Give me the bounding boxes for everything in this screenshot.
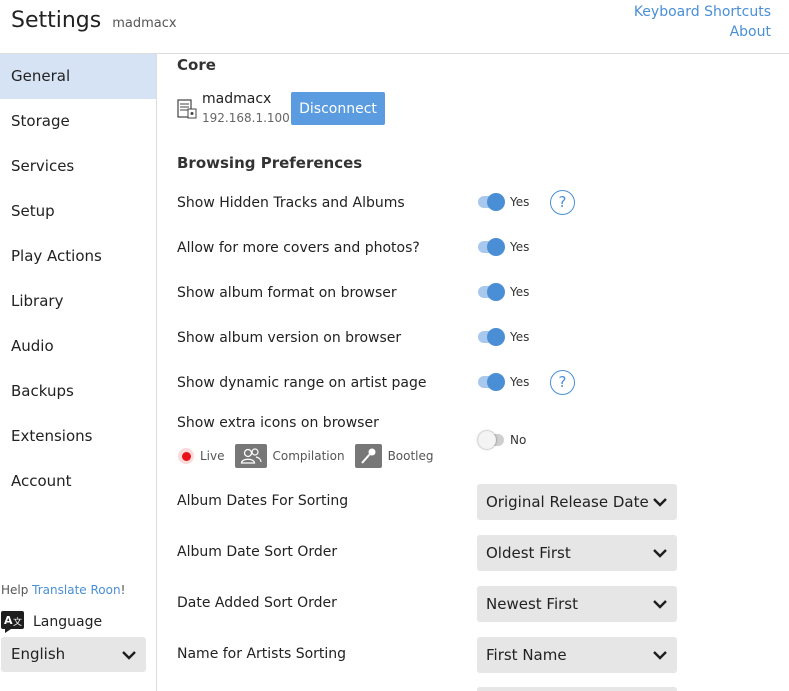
help-translate-line: Help Translate Roon! — [1, 583, 125, 597]
toggle-knob — [487, 193, 505, 211]
general-settings-panel: Core madmacx 192.168.1.100 Disconnect Br… — [157, 54, 789, 691]
help-prefix: Help — [1, 583, 33, 597]
setting-label: Show album version on browser — [177, 330, 402, 346]
chevron-down-icon — [653, 498, 667, 507]
disconnect-button[interactable]: Disconnect — [291, 92, 385, 125]
browsing-preferences-heading: Browsing Preferences — [177, 154, 363, 172]
toggle-state: Yes — [510, 240, 530, 254]
core-heading: Core — [177, 56, 216, 74]
artist-name-sorting-select[interactable]: First Name — [477, 637, 677, 673]
album-date-sort-order-select[interactable]: Oldest First — [477, 535, 677, 571]
chevron-down-icon — [653, 549, 667, 558]
help-icon[interactable]: ? — [550, 370, 575, 395]
toggle-knob — [487, 373, 505, 391]
sidebar-item-audio[interactable]: Audio — [0, 324, 156, 369]
compilation-icon — [234, 444, 267, 468]
bootleg-label: Bootleg — [387, 449, 434, 463]
sidebar-item-storage[interactable]: Storage — [0, 99, 156, 144]
setting-label: Show dynamic range on artist page — [177, 375, 427, 391]
setting-label: Show extra icons on browser — [177, 415, 379, 431]
setting-label: Show Hidden Tracks and Albums — [177, 195, 405, 211]
core-ip-address: 192.168.1.100 — [202, 111, 290, 125]
dynamic-range-toggle[interactable] — [478, 373, 505, 391]
page-title-text: Settings — [11, 8, 102, 33]
toggle-knob — [487, 238, 505, 256]
server-icon — [177, 99, 197, 119]
setting-label: Show album format on browser — [177, 285, 397, 301]
toggle-state: Yes — [510, 330, 530, 344]
setting-label: Date Added Sort Order — [177, 595, 337, 611]
bootleg-icon — [354, 444, 382, 468]
toggle-knob — [487, 328, 505, 346]
more-covers-toggle[interactable] — [478, 238, 505, 256]
album-format-toggle[interactable] — [478, 283, 505, 301]
toggle-state: Yes — [510, 285, 530, 299]
header: Settings madmacx Keyboard Shortcuts Abou… — [0, 0, 789, 54]
sidebar-item-services[interactable]: Services — [0, 144, 156, 189]
sidebar-item-extensions[interactable]: Extensions — [0, 414, 156, 459]
chevron-down-icon — [653, 651, 667, 660]
about-link[interactable]: About — [730, 24, 771, 40]
setting-label: Album Date Sort Order — [177, 544, 338, 560]
select-value: Oldest First — [486, 544, 571, 562]
date-added-sort-order-select[interactable]: Newest First — [477, 586, 677, 622]
language-row: A 文 Language — [1, 610, 102, 634]
select-value: First Name — [486, 646, 567, 664]
page-title: Settings madmacx — [11, 8, 177, 33]
setting-label: Name for Artists Sorting — [177, 646, 347, 662]
sidebar-item-setup[interactable]: Setup — [0, 189, 156, 234]
sidebar-item-general[interactable]: General — [0, 54, 156, 99]
album-version-toggle[interactable] — [478, 328, 505, 346]
chevron-down-icon — [122, 651, 136, 660]
live-label: Live — [200, 449, 225, 463]
language-value: English — [11, 645, 66, 663]
sidebar: General Storage Services Setup Play Acti… — [0, 54, 157, 691]
toggle-knob — [487, 283, 505, 301]
help-icon[interactable]: ? — [550, 190, 575, 215]
album-dates-sorting-select[interactable]: Original Release Date — [477, 484, 677, 520]
setting-label: Album Dates For Sorting — [177, 493, 349, 509]
show-hidden-toggle[interactable] — [478, 193, 505, 211]
toggle-knob — [478, 431, 496, 449]
toggle-state: No — [510, 433, 527, 447]
compilation-label: Compilation — [272, 449, 345, 463]
next-setting-select-partial[interactable] — [477, 687, 677, 691]
core-name: madmacx — [202, 91, 272, 107]
select-value: Newest First — [486, 595, 578, 613]
setting-label: Allow for more covers and photos? — [177, 240, 420, 256]
extra-icons-legend: Live Compilation Bootleg — [177, 444, 434, 468]
select-value: Original Release Date — [486, 493, 649, 511]
extra-icons-toggle[interactable] — [478, 431, 504, 449]
core-name-subtitle: madmacx — [112, 16, 177, 31]
translate-roon-link[interactable]: Translate Roon — [32, 583, 120, 597]
sidebar-item-play-actions[interactable]: Play Actions — [0, 234, 156, 279]
toggle-state: Yes — [510, 375, 530, 389]
sidebar-item-backups[interactable]: Backups — [0, 369, 156, 414]
svg-text:A: A — [4, 614, 13, 627]
chevron-down-icon — [653, 600, 667, 609]
help-suffix: ! — [120, 583, 126, 597]
live-icon — [178, 448, 194, 464]
keyboard-shortcuts-link[interactable]: Keyboard Shortcuts — [634, 4, 771, 20]
sidebar-item-account[interactable]: Account — [0, 459, 156, 504]
language-label: Language — [33, 614, 103, 630]
sidebar-item-library[interactable]: Library — [0, 279, 156, 324]
toggle-state: Yes — [510, 195, 530, 209]
language-select[interactable]: English — [1, 637, 146, 672]
translate-icon: A 文 — [1, 611, 24, 633]
svg-text:文: 文 — [13, 616, 22, 628]
